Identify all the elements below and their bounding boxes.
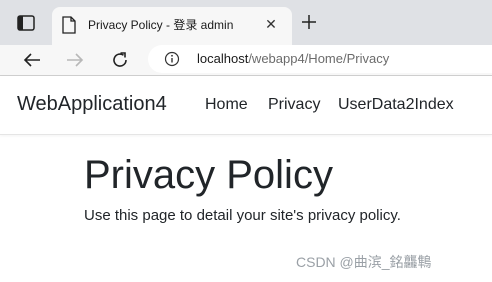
browser-tab-strip: Privacy Policy - 登录 admin ✕ [0,0,492,45]
site-brand-link[interactable]: WebApplication4 [17,93,167,116]
plus-icon[interactable] [298,11,320,33]
nav-link-home[interactable]: Home [205,96,248,114]
nav-link-privacy[interactable]: Privacy [268,96,320,114]
forward-arrow-icon[interactable] [63,48,87,72]
tab-title: Privacy Policy - 登录 admin [88,18,234,32]
refresh-icon[interactable] [108,48,132,72]
url-text: localhost/webapp4/Home/Privacy [197,51,389,66]
site-navbar: WebApplication4 Home Privacy UserData2In… [0,76,492,135]
page-description: Use this page to detail your site's priv… [84,207,401,224]
back-arrow-icon[interactable] [20,48,44,72]
browser-tab[interactable]: Privacy Policy - 登录 admin ✕ [52,7,292,45]
url-host: localhost [197,51,249,66]
tab-actions-icon[interactable] [16,14,36,32]
page-icon [62,16,76,34]
nav-link-userdata2index[interactable]: UserData2Index [338,96,454,114]
page-title: Privacy Policy [84,153,333,197]
watermark-text: CSDN @曲滨_銘龘鶽 [296,254,432,270]
close-icon[interactable]: ✕ [262,15,280,33]
info-icon[interactable] [164,51,180,67]
url-path: /webapp4/Home/Privacy [248,51,390,66]
browser-toolbar: localhost/webapp4/Home/Privacy [0,45,492,75]
address-bar[interactable]: localhost/webapp4/Home/Privacy [148,45,492,73]
